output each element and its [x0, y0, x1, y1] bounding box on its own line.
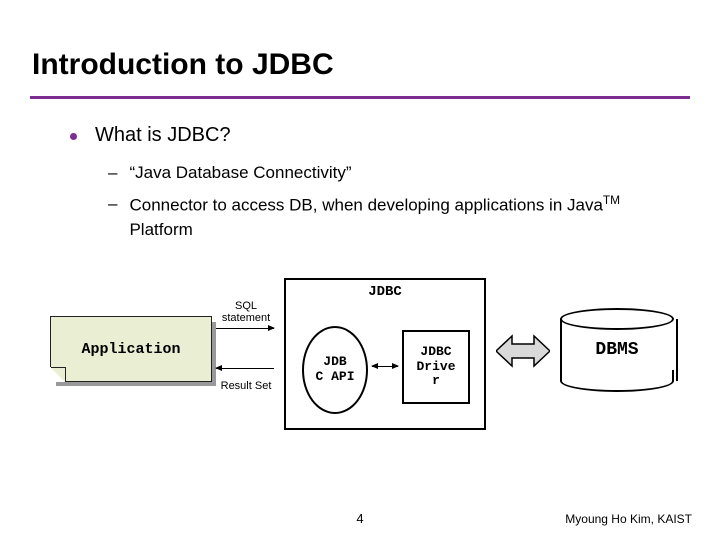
arrow-resultset [216, 368, 274, 369]
sub-bullet-1: – “Java Database Connectivity” [108, 161, 680, 186]
arrow-sql [216, 328, 274, 329]
jdbc-api-label: JDB C API [315, 355, 354, 385]
bullet-dot-icon [70, 133, 77, 140]
application-body: Application [50, 316, 212, 382]
bullet-list: What is JDBC? – “Java Database Connectiv… [70, 124, 680, 249]
architecture-diagram: Application SQL statement Result Set JDB… [40, 268, 680, 458]
dash-icon: – [108, 161, 117, 186]
slide: Introduction to JDBC What is JDBC? – “Ja… [0, 0, 720, 540]
sql-label: SQL statement [220, 300, 272, 324]
application-label: Application [81, 341, 180, 358]
sub-bullets: – “Java Database Connectivity” – Connect… [108, 161, 680, 243]
jdbc-driver-box: JDBC Drive r [402, 330, 470, 404]
slide-title: Introduction to JDBC [32, 48, 334, 82]
page-fold-icon [51, 367, 66, 382]
sub1-text: “Java Database Connectivity” [129, 161, 351, 186]
arrow-api-driver [372, 366, 398, 367]
application-box: Application [50, 316, 210, 380]
jdbc-title: JDBC [286, 284, 484, 300]
jdbc-container: JDBC JDB C API JDBC Drive r [284, 278, 486, 430]
dash-icon: – [108, 192, 117, 243]
jdbc-driver-label: JDBC Drive r [408, 345, 464, 390]
sub-bullet-2: – Connector to access DB, when developin… [108, 192, 680, 243]
author-credit: Myoung Ho Kim, KAIST [565, 512, 692, 526]
bullet1-text: What is JDBC? [95, 124, 231, 147]
dbms-label: DBMS [560, 308, 674, 392]
title-underline [30, 96, 690, 99]
bullet-level1: What is JDBC? [70, 124, 680, 147]
jdbc-api-ellipse: JDB C API [302, 326, 368, 414]
sub2-text: Connector to access DB, when developing … [129, 192, 680, 243]
dbms-cylinder: DBMS [560, 308, 674, 392]
resultset-label: Result Set [216, 380, 276, 392]
thick-double-arrow-icon [496, 334, 550, 368]
